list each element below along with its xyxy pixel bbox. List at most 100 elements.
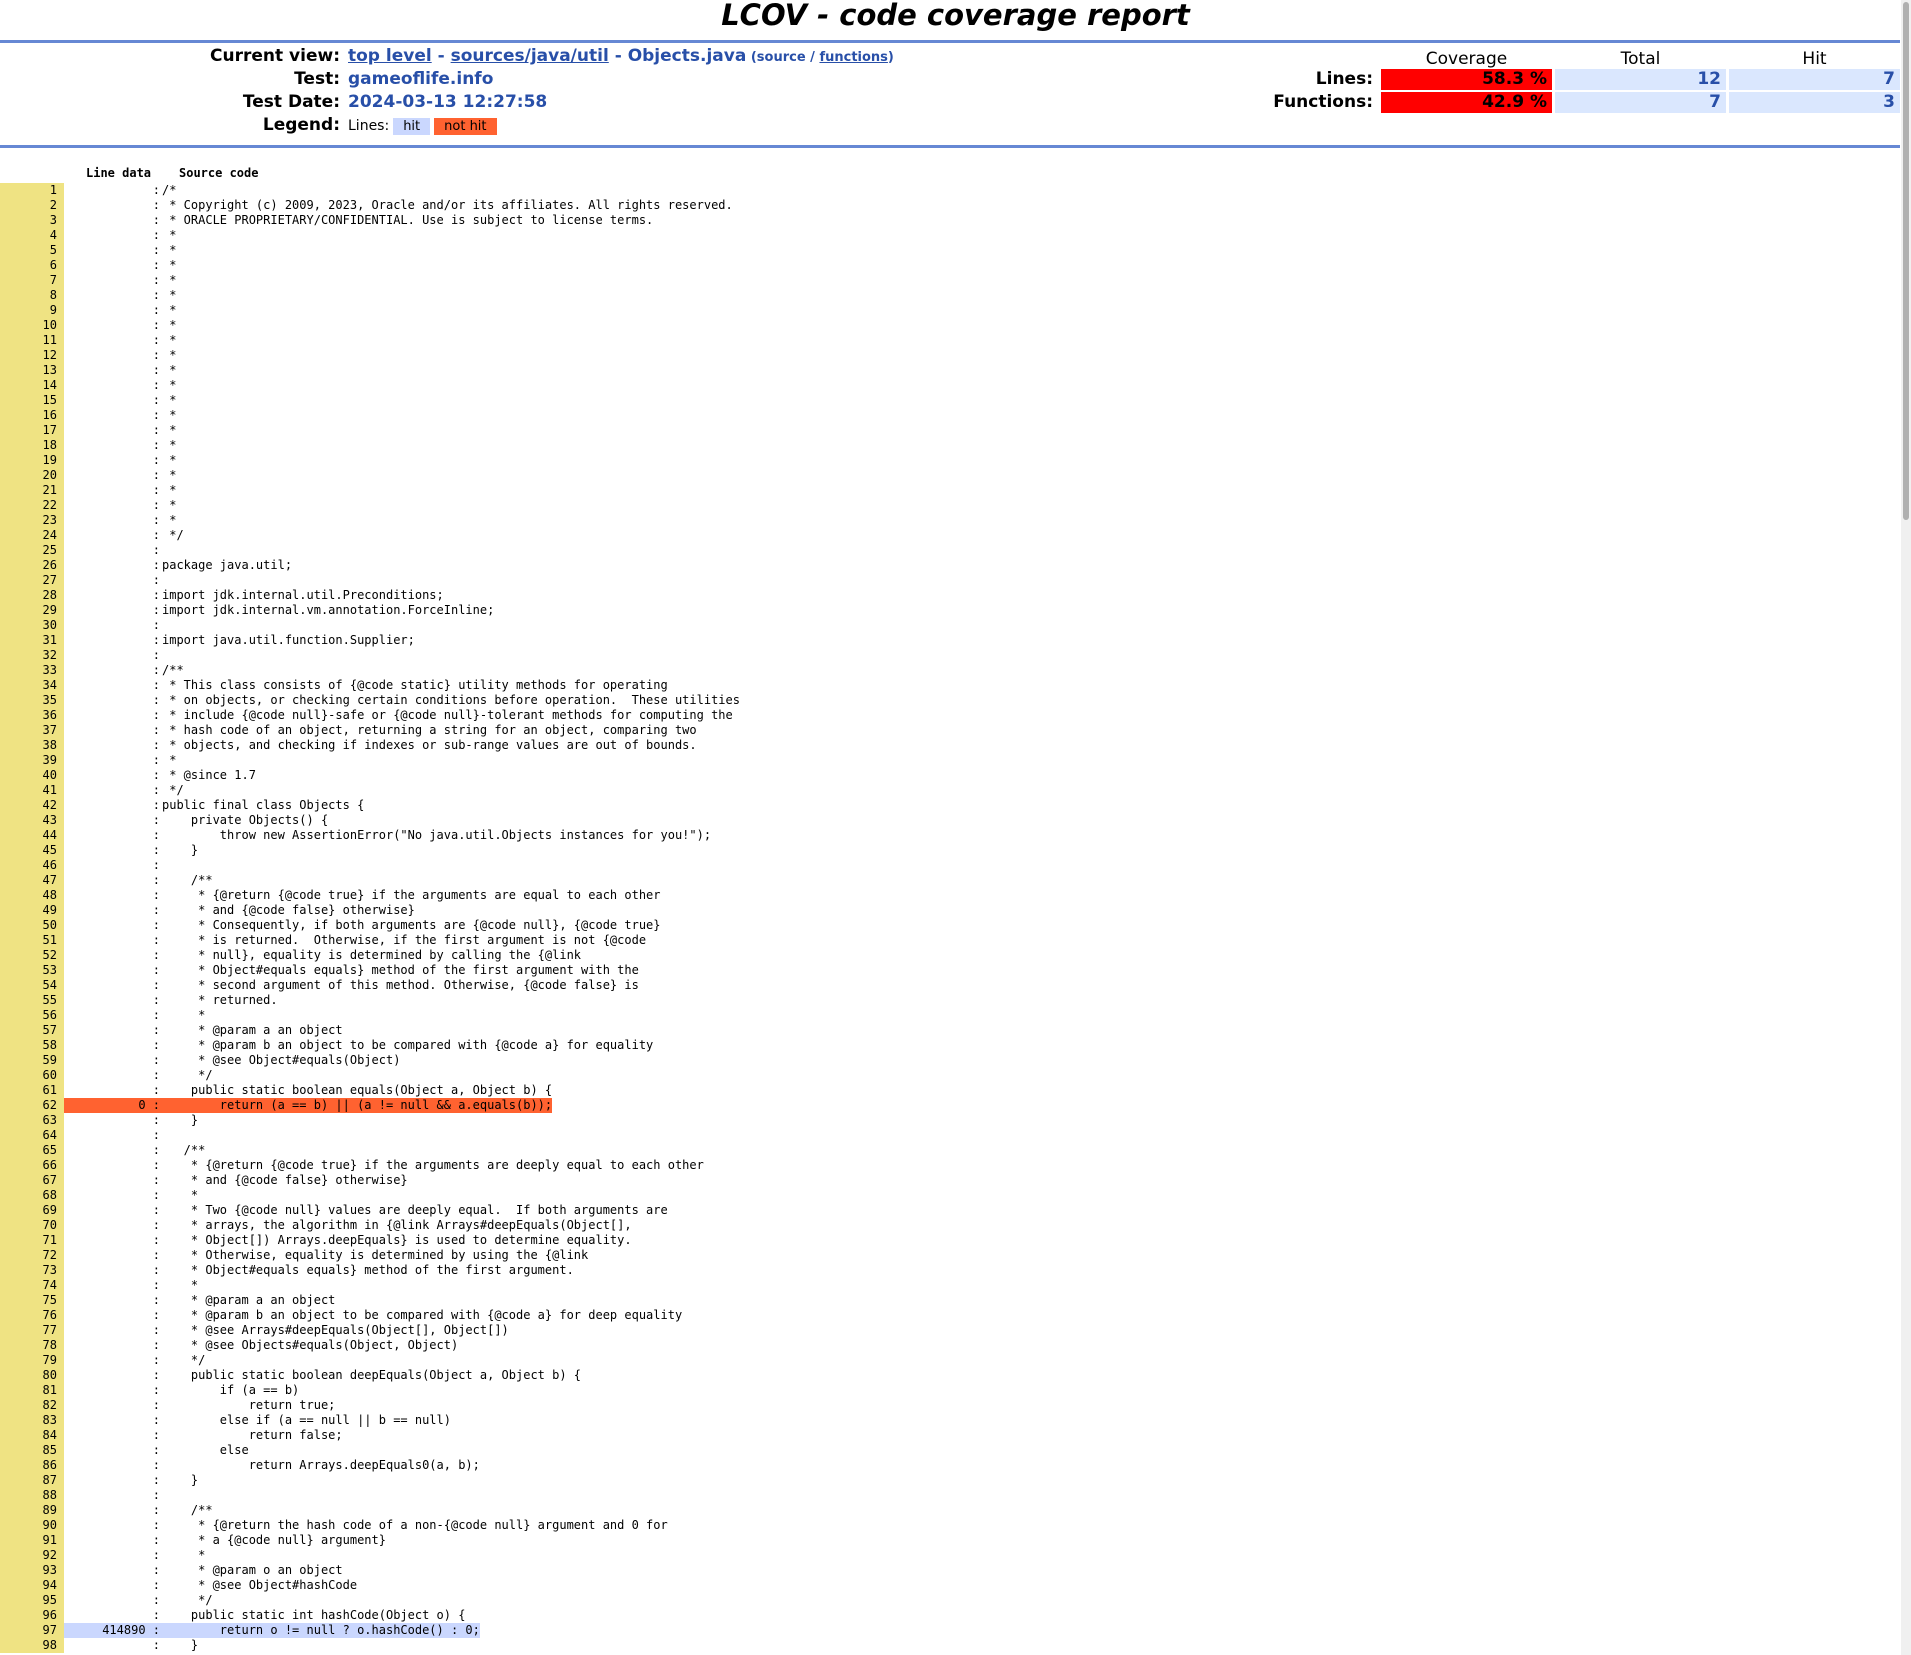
line-number[interactable]: 24 — [0, 528, 64, 543]
line-number[interactable]: 43 — [0, 813, 64, 828]
functions-view-link[interactable]: functions — [819, 50, 887, 65]
line-number[interactable]: 96 — [0, 1608, 64, 1623]
line-number[interactable]: 36 — [0, 708, 64, 723]
line-number[interactable]: 84 — [0, 1428, 64, 1443]
line-number[interactable]: 81 — [0, 1383, 64, 1398]
line-number[interactable]: 29 — [0, 603, 64, 618]
line-number[interactable]: 71 — [0, 1233, 64, 1248]
line-number[interactable]: 15 — [0, 393, 64, 408]
line-number[interactable]: 61 — [0, 1083, 64, 1098]
line-number[interactable]: 68 — [0, 1188, 64, 1203]
line-number[interactable]: 13 — [0, 363, 64, 378]
line-number[interactable]: 66 — [0, 1158, 64, 1173]
line-number[interactable]: 53 — [0, 963, 64, 978]
line-number[interactable]: 11 — [0, 333, 64, 348]
line-number[interactable]: 23 — [0, 513, 64, 528]
line-number[interactable]: 26 — [0, 558, 64, 573]
line-number[interactable]: 10 — [0, 318, 64, 333]
line-number[interactable]: 69 — [0, 1203, 64, 1218]
line-number[interactable]: 33 — [0, 663, 64, 678]
line-number[interactable]: 54 — [0, 978, 64, 993]
line-number[interactable]: 42 — [0, 798, 64, 813]
line-number[interactable]: 37 — [0, 723, 64, 738]
line-number[interactable]: 60 — [0, 1068, 64, 1083]
line-number[interactable]: 6 — [0, 258, 64, 273]
line-number[interactable]: 47 — [0, 873, 64, 888]
line-number[interactable]: 45 — [0, 843, 64, 858]
line-number[interactable]: 55 — [0, 993, 64, 1008]
vertical-scrollbar[interactable] — [1901, 0, 1911, 1655]
line-number[interactable]: 38 — [0, 738, 64, 753]
line-number[interactable]: 83 — [0, 1413, 64, 1428]
line-number[interactable]: 12 — [0, 348, 64, 363]
line-number[interactable]: 87 — [0, 1473, 64, 1488]
line-number[interactable]: 4 — [0, 228, 64, 243]
line-number[interactable]: 72 — [0, 1248, 64, 1263]
line-number[interactable]: 30 — [0, 618, 64, 633]
line-number[interactable]: 75 — [0, 1293, 64, 1308]
line-number[interactable]: 98 — [0, 1638, 64, 1653]
line-number[interactable]: 49 — [0, 903, 64, 918]
line-number[interactable]: 35 — [0, 693, 64, 708]
line-number[interactable]: 79 — [0, 1353, 64, 1368]
line-number[interactable]: 20 — [0, 468, 64, 483]
line-number[interactable]: 16 — [0, 408, 64, 423]
line-number[interactable]: 97 — [0, 1623, 64, 1638]
line-number[interactable]: 39 — [0, 753, 64, 768]
line-number[interactable]: 73 — [0, 1263, 64, 1278]
line-number[interactable]: 9 — [0, 303, 64, 318]
line-number[interactable]: 70 — [0, 1218, 64, 1233]
line-number[interactable]: 51 — [0, 933, 64, 948]
line-number[interactable]: 90 — [0, 1518, 64, 1533]
line-number[interactable]: 18 — [0, 438, 64, 453]
line-number[interactable]: 77 — [0, 1323, 64, 1338]
line-number[interactable]: 31 — [0, 633, 64, 648]
line-number[interactable]: 76 — [0, 1308, 64, 1323]
line-number[interactable]: 7 — [0, 273, 64, 288]
line-number[interactable]: 91 — [0, 1533, 64, 1548]
line-number[interactable]: 2 — [0, 198, 64, 213]
line-number[interactable]: 78 — [0, 1338, 64, 1353]
line-number[interactable]: 5 — [0, 243, 64, 258]
line-number[interactable]: 89 — [0, 1503, 64, 1518]
line-number[interactable]: 8 — [0, 288, 64, 303]
line-number[interactable]: 94 — [0, 1578, 64, 1593]
line-number[interactable]: 57 — [0, 1023, 64, 1038]
line-number[interactable]: 41 — [0, 783, 64, 798]
line-number[interactable]: 14 — [0, 378, 64, 393]
line-number[interactable]: 93 — [0, 1563, 64, 1578]
line-number[interactable]: 62 — [0, 1098, 64, 1113]
line-number[interactable]: 44 — [0, 828, 64, 843]
line-number[interactable]: 48 — [0, 888, 64, 903]
line-number[interactable]: 65 — [0, 1143, 64, 1158]
line-number[interactable]: 74 — [0, 1278, 64, 1293]
line-number[interactable]: 40 — [0, 768, 64, 783]
line-number[interactable]: 58 — [0, 1038, 64, 1053]
line-number[interactable]: 59 — [0, 1053, 64, 1068]
line-number[interactable]: 32 — [0, 648, 64, 663]
line-number[interactable]: 67 — [0, 1173, 64, 1188]
line-number[interactable]: 52 — [0, 948, 64, 963]
line-number[interactable]: 25 — [0, 543, 64, 558]
line-number[interactable]: 88 — [0, 1488, 64, 1503]
line-number[interactable]: 82 — [0, 1398, 64, 1413]
line-number[interactable]: 1 — [0, 183, 64, 198]
line-number[interactable]: 85 — [0, 1443, 64, 1458]
breadcrumb-top-level-link[interactable]: top level — [348, 46, 432, 66]
line-number[interactable]: 28 — [0, 588, 64, 603]
line-number[interactable]: 34 — [0, 678, 64, 693]
line-number[interactable]: 95 — [0, 1593, 64, 1608]
line-number[interactable]: 46 — [0, 858, 64, 873]
line-number[interactable]: 50 — [0, 918, 64, 933]
line-number[interactable]: 80 — [0, 1368, 64, 1383]
line-number[interactable]: 56 — [0, 1008, 64, 1023]
scrollbar-thumb[interactable] — [1903, 2, 1909, 520]
line-number[interactable]: 92 — [0, 1548, 64, 1563]
line-number[interactable]: 17 — [0, 423, 64, 438]
line-number[interactable]: 22 — [0, 498, 64, 513]
line-number[interactable]: 19 — [0, 453, 64, 468]
line-number[interactable]: 21 — [0, 483, 64, 498]
line-number[interactable]: 64 — [0, 1128, 64, 1143]
line-number[interactable]: 27 — [0, 573, 64, 588]
line-number[interactable]: 63 — [0, 1113, 64, 1128]
